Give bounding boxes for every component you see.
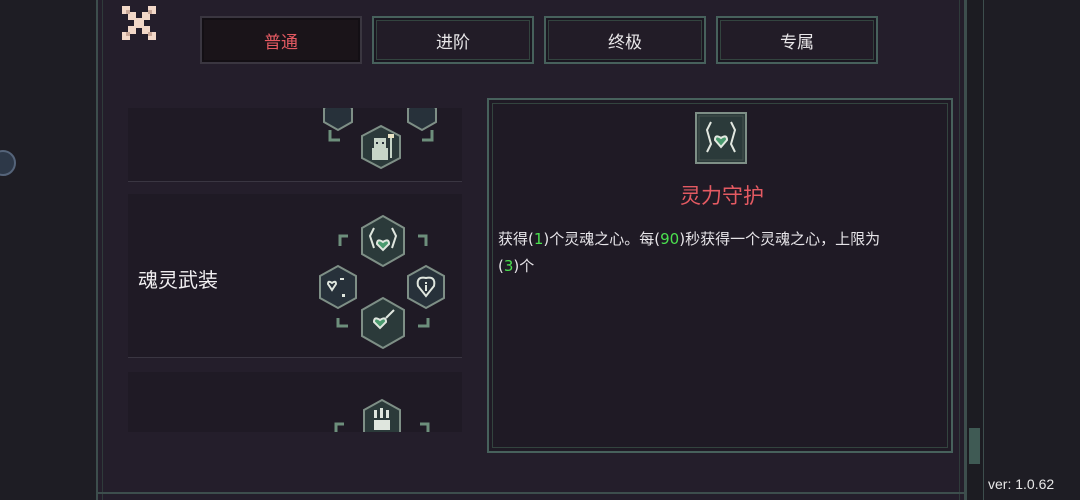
tab-label: 进阶 xyxy=(436,32,470,53)
desc-text: )个灵魂之心。每( xyxy=(543,230,661,248)
desc-text: )个 xyxy=(513,257,535,275)
desc-value: 1 xyxy=(533,230,544,248)
panel-bottom-border xyxy=(96,492,966,494)
tab-exclusive[interactable]: 专属 xyxy=(716,16,878,64)
version-label: ver: 1.0.62 xyxy=(988,476,1055,492)
desc-text: 获得( xyxy=(498,230,534,248)
tab-ultimate[interactable]: 终极 xyxy=(544,16,706,64)
scrollbar-thumb[interactable] xyxy=(969,428,980,464)
desc-value: 3 xyxy=(503,257,514,275)
tab-label: 专属 xyxy=(780,32,814,53)
soul-guard-icon xyxy=(695,112,747,164)
list-item[interactable] xyxy=(128,372,462,432)
talent-tree-icon xyxy=(319,214,445,350)
list-item[interactable] xyxy=(128,108,462,182)
desc-value: 90 xyxy=(660,230,680,248)
talent-detail-panel: 灵力守护 获得(1)个灵魂之心。每(90)秒获得一个灵魂之心，上限为 (3)个 xyxy=(487,98,953,453)
desc-text: )秒获得一个灵魂之心，上限为 xyxy=(679,230,881,248)
talent-description: 获得(1)个灵魂之心。每(90)秒获得一个灵魂之心，上限为 (3)个 xyxy=(498,226,948,280)
list-item[interactable]: 魂灵武装 xyxy=(128,194,462,358)
talent-title: 灵力守护 xyxy=(680,184,764,208)
tab-advanced[interactable]: 进阶 xyxy=(372,16,534,64)
talent-tree-icon xyxy=(334,398,430,432)
close-icon[interactable] xyxy=(120,4,158,42)
talent-list[interactable]: 魂灵武装 xyxy=(128,108,462,432)
talent-tree-icon xyxy=(323,108,437,170)
tab-label: 终极 xyxy=(608,32,642,53)
list-item-label: 魂灵武装 xyxy=(138,268,218,292)
tab-normal[interactable]: 普通 xyxy=(200,16,362,64)
side-handle[interactable] xyxy=(0,150,16,176)
scrollbar[interactable] xyxy=(966,0,984,500)
tab-label: 普通 xyxy=(264,32,298,53)
